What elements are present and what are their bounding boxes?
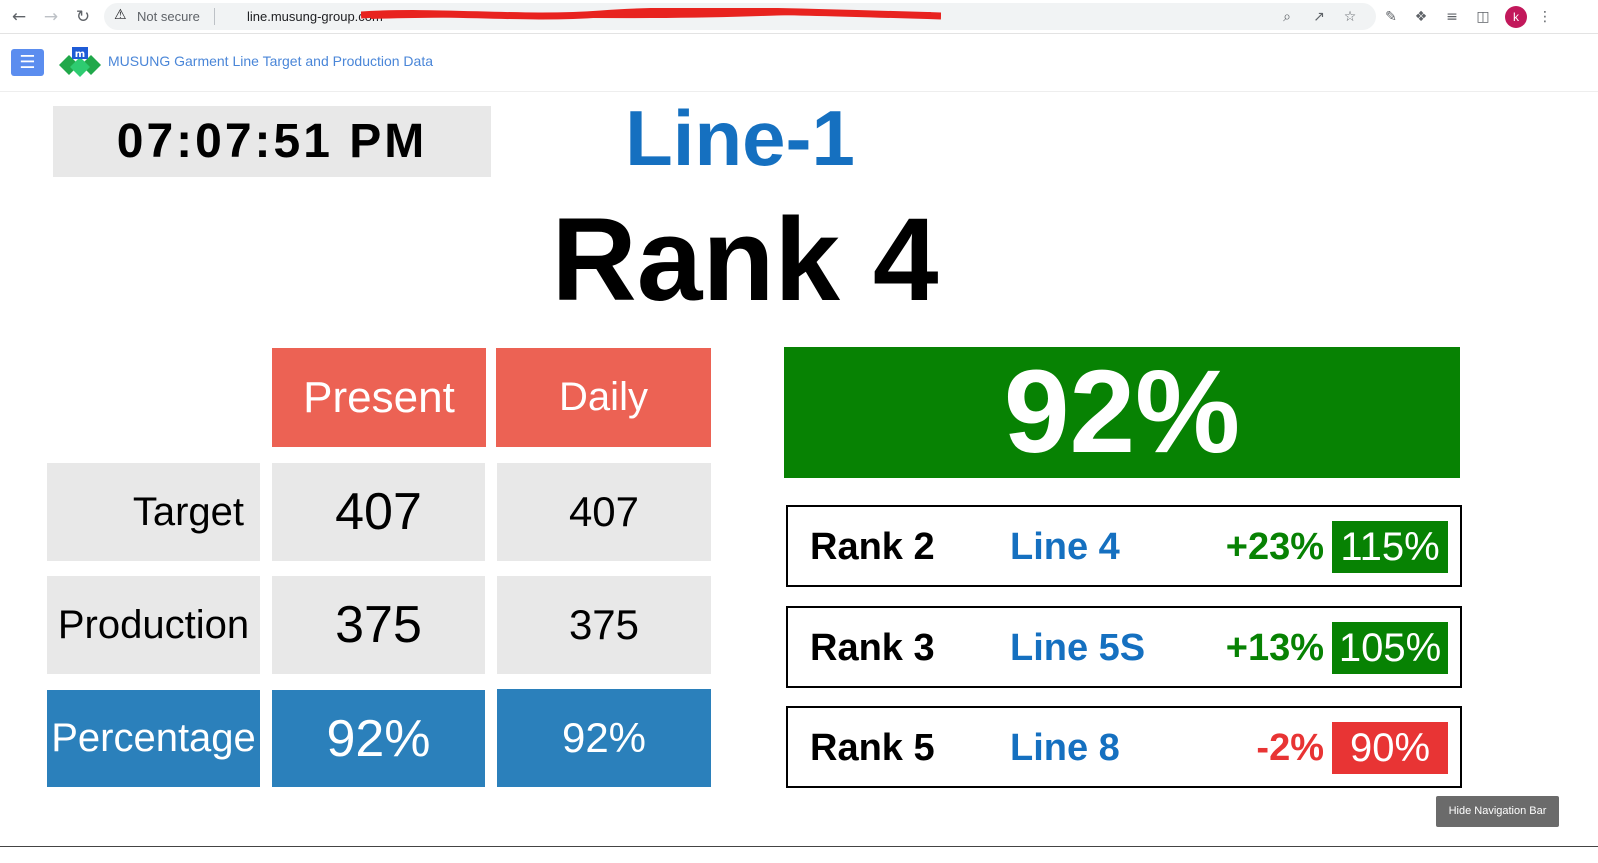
- browser-toolbar: ← → ↻ ⚠ Not secure line.musung-group.com…: [0, 0, 1598, 34]
- warning-icon: ⚠: [114, 7, 127, 23]
- forward-icon[interactable]: →: [40, 6, 62, 28]
- zoom-icon[interactable]: ⌕: [1277, 7, 1297, 27]
- overall-percentage-banner: 92%: [784, 347, 1460, 478]
- clock-display: 07:07:51 PM: [53, 106, 491, 177]
- ranking-line: Line 8: [1010, 727, 1120, 769]
- page-bottom-divider: [0, 846, 1598, 847]
- ranking-rank: Rank 3: [810, 627, 935, 669]
- ranking-percentage-badge: 105%: [1332, 622, 1448, 674]
- ranking-diff: +23%: [1225, 526, 1324, 568]
- musung-logo-icon: m: [59, 47, 101, 77]
- ranking-row: Rank 3 Line 5S +13% 105%: [786, 606, 1462, 688]
- url-separator: [214, 8, 215, 25]
- ranking-rank: Rank 2: [810, 526, 935, 568]
- row-label-production: Production: [47, 576, 260, 674]
- svg-text:m: m: [75, 49, 85, 60]
- target-present-value: 407: [272, 463, 485, 561]
- bookmark-star-icon[interactable]: ☆: [1340, 7, 1360, 27]
- side-panel-icon[interactable]: ◫: [1472, 6, 1494, 28]
- hamburger-menu-button[interactable]: ☰: [11, 49, 44, 76]
- ranking-rank: Rank 5: [810, 727, 935, 769]
- column-header-daily: Daily: [496, 348, 711, 447]
- row-label-percentage: Percentage: [47, 690, 260, 787]
- ranking-percentage-badge: 90%: [1332, 722, 1448, 774]
- ranking-percentage-badge: 115%: [1332, 521, 1448, 573]
- ranking-line: Line 5S: [1010, 627, 1146, 669]
- reading-list-icon[interactable]: ≡: [1441, 6, 1463, 28]
- line-title: Line-1: [625, 94, 855, 182]
- reload-icon[interactable]: ↻: [72, 6, 94, 28]
- profile-avatar[interactable]: k: [1505, 6, 1527, 28]
- percentage-daily-value: 92%: [497, 689, 711, 787]
- ranking-row: Rank 5 Line 8 -2% 90%: [786, 706, 1462, 788]
- ranking-row: Rank 2 Line 4 +23% 115%: [786, 505, 1462, 587]
- target-daily-value: 407: [497, 463, 711, 561]
- ranking-diff: -2%: [1256, 727, 1324, 769]
- production-present-value: 375: [272, 576, 485, 674]
- production-daily-value: 375: [497, 576, 711, 674]
- ranking-line: Line 4: [1010, 526, 1120, 568]
- app-header: ☰ m MUSUNG Garment Line Target and Produ…: [0, 35, 1598, 92]
- share-icon[interactable]: ↗: [1309, 7, 1329, 27]
- hide-navigation-bar-button[interactable]: Hide Navigation Bar: [1436, 796, 1559, 827]
- kebab-menu-icon[interactable]: ⋮: [1534, 6, 1556, 28]
- address-bar[interactable]: ⚠ Not secure line.musung-group.com ⌕ ↗ ☆: [104, 3, 1376, 30]
- back-icon[interactable]: ←: [8, 6, 30, 28]
- redaction-scribble: [361, 8, 941, 20]
- brand-title[interactable]: MUSUNG Garment Line Target and Productio…: [108, 53, 433, 69]
- extensions-puzzle-icon[interactable]: ❖: [1410, 6, 1432, 28]
- rank-title: Rank 4: [551, 194, 939, 326]
- ranking-diff: +13%: [1225, 627, 1324, 669]
- column-header-present: Present: [272, 348, 486, 447]
- row-label-target: Target: [47, 463, 260, 561]
- extension-pen-icon[interactable]: ✎: [1380, 6, 1402, 28]
- security-label[interactable]: Not secure: [137, 9, 200, 24]
- percentage-present-value: 92%: [272, 690, 485, 787]
